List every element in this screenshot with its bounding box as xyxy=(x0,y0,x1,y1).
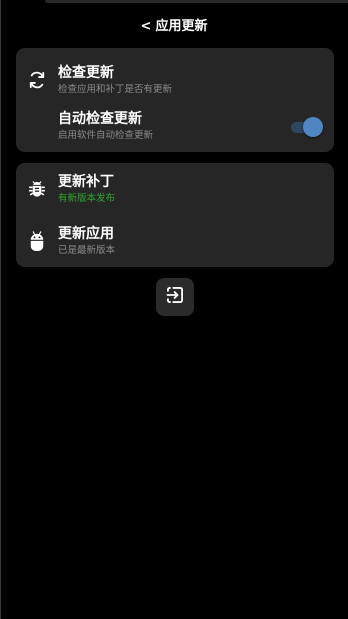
page-header: < 应用更新 xyxy=(0,17,348,37)
auto-check-title: 自动检查更新 xyxy=(58,111,142,127)
update-patch-subtitle: 有新版本发布 xyxy=(58,193,116,204)
check-update-subtitle: 检查应用和补丁是否有更新 xyxy=(58,84,173,95)
exit-icon xyxy=(165,285,185,309)
back-button[interactable]: < xyxy=(141,19,152,34)
update-patch-title: 更新补丁 xyxy=(58,174,114,190)
check-update-row[interactable]: 检查更新 检查应用和补丁是否有更新 xyxy=(16,54,334,106)
update-card: 更新补丁 有新版本发布 更新应用 已是最新版本 xyxy=(16,163,334,267)
android-icon xyxy=(26,230,48,252)
toggle-thumb xyxy=(303,117,323,137)
auto-check-row: 自动检查更新 启用软件自动检查更新 xyxy=(16,100,334,152)
auto-check-subtitle: 启用软件自动检查更新 xyxy=(58,130,154,141)
settings-card: 检查更新 检查应用和补丁是否有更新 自动检查更新 启用软件自动检查更新 xyxy=(16,48,334,152)
refresh-icon xyxy=(26,69,48,91)
window-edge xyxy=(0,0,1,619)
update-app-row[interactable]: 更新应用 已是最新版本 xyxy=(16,215,334,267)
check-update-title: 检查更新 xyxy=(58,65,114,81)
update-app-title: 更新应用 xyxy=(58,226,114,242)
bug-icon xyxy=(26,178,48,200)
page-title: 应用更新 xyxy=(155,19,208,34)
update-app-subtitle: 已是最新版本 xyxy=(58,245,116,256)
exit-button[interactable] xyxy=(156,278,194,316)
update-patch-row[interactable]: 更新补丁 有新版本发布 xyxy=(16,163,334,215)
top-status-strip xyxy=(45,0,348,3)
auto-check-toggle[interactable] xyxy=(291,117,323,137)
